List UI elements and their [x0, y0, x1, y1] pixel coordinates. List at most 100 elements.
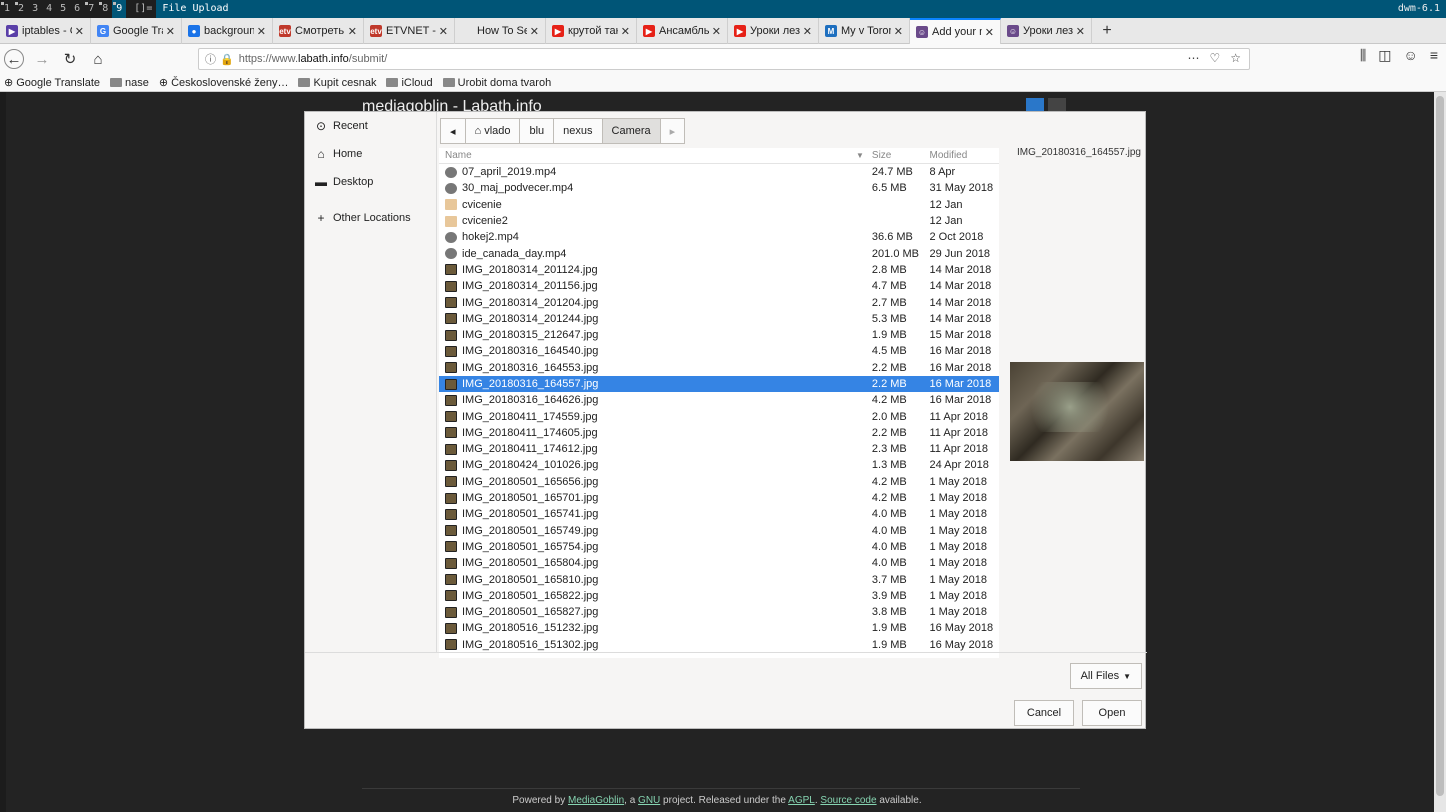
page-scrollbar[interactable]: [1434, 92, 1446, 812]
path-segment-button[interactable]: ⌂ vlado: [464, 118, 521, 144]
sidebar-icon[interactable]: ◫: [1378, 47, 1391, 64]
new-tab-button[interactable]: +: [1092, 18, 1122, 43]
menu-icon[interactable]: ≡: [1430, 47, 1438, 64]
gnu-link[interactable]: GNU: [638, 795, 660, 806]
file-row[interactable]: IMG_20180316_164553.jpg 2.2 MB 16 Mar 2018: [439, 360, 999, 376]
workspace-tag[interactable]: 2: [14, 0, 28, 18]
path-forward-button[interactable]: ▸: [659, 118, 686, 144]
workspace-tag[interactable]: 7: [84, 0, 98, 18]
file-row[interactable]: hokej2.mp4 36.6 MB 2 Oct 2018: [439, 229, 999, 245]
back-button[interactable]: ←: [0, 47, 28, 71]
path-back-button[interactable]: ◂: [440, 118, 466, 144]
tab-close-icon[interactable]: ✕: [894, 25, 903, 38]
file-row[interactable]: IMG_20180314_201156.jpg 4.7 MB 14 Mar 2018: [439, 278, 999, 294]
bookmark-star-icon[interactable]: ☆: [1230, 51, 1241, 65]
tab-close-icon[interactable]: ✕: [1076, 25, 1085, 38]
browser-tab[interactable]: ▶ Уроки лезгинки✕: [728, 18, 819, 44]
tab-close-icon[interactable]: ✕: [348, 25, 357, 38]
mediagoblin-link[interactable]: MediaGoblin: [568, 795, 624, 806]
file-row[interactable]: IMG_20180501_165749.jpg 4.0 MB 1 May 2018: [439, 523, 999, 539]
file-row[interactable]: cvicenie 12 Jan: [439, 197, 999, 213]
browser-tab[interactable]: ▶ крутой танец жо✕: [546, 18, 637, 44]
place-item[interactable]: ▬ Desktop: [305, 168, 436, 196]
browser-tab[interactable]: ▶ Ансамбль "Черк✕: [637, 18, 728, 44]
file-row[interactable]: IMG_20180316_164557.jpg 2.2 MB 16 Mar 2018: [439, 375, 999, 393]
workspace-tag[interactable]: 5: [56, 0, 70, 18]
column-size[interactable]: Size: [868, 150, 928, 161]
path-segment-button[interactable]: blu: [519, 118, 555, 144]
file-row[interactable]: IMG_20180411_174559.jpg 2.0 MB 11 Apr 2018: [439, 408, 999, 424]
file-row[interactable]: IMG_20180501_165822.jpg 3.9 MB 1 May 2018: [439, 588, 999, 604]
source-code-link[interactable]: Source code: [820, 795, 876, 806]
browser-tab[interactable]: How To Setup a Fire✕: [455, 18, 546, 44]
file-row[interactable]: IMG_20180501_165656.jpg 4.2 MB 1 May 2018: [439, 474, 999, 490]
account-icon[interactable]: ☺: [1404, 47, 1418, 64]
place-item[interactable]: + Other Locations: [305, 204, 436, 232]
layout-indicator[interactable]: []=: [130, 0, 156, 18]
bookmark-item[interactable]: iCloud: [386, 77, 433, 89]
workspace-tag[interactable]: 9: [112, 0, 127, 18]
cancel-button[interactable]: Cancel: [1014, 700, 1074, 726]
tab-close-icon[interactable]: ✕: [75, 25, 84, 38]
browser-tab[interactable]: ▶ iptables - Gentoo✕: [0, 18, 91, 44]
file-row[interactable]: IMG_20180314_201204.jpg 2.7 MB 14 Mar 2018: [439, 294, 999, 310]
column-modified[interactable]: Modified: [928, 150, 1000, 161]
bookmark-item[interactable]: ⊕ Google Translate: [4, 76, 100, 90]
column-name[interactable]: Name: [439, 150, 856, 161]
file-row[interactable]: IMG_20180501_165741.jpg 4.0 MB 1 May 2018: [439, 506, 999, 522]
browser-tab[interactable]: etv Смотреть "Шаманы"✕: [273, 18, 364, 44]
file-row[interactable]: IMG_20180501_165810.jpg 3.7 MB 1 May 2018: [439, 571, 999, 587]
bookmark-item[interactable]: Kupit cesnak: [298, 77, 376, 89]
home-button[interactable]: ⌂: [84, 47, 112, 71]
file-row[interactable]: IMG_20180411_174612.jpg 2.3 MB 11 Apr 2018: [439, 441, 999, 457]
path-segment-button[interactable]: nexus: [553, 118, 603, 144]
workspace-tag[interactable]: 6: [70, 0, 84, 18]
url-bar[interactable]: ⓘ 🔒 https://www. labath.info/submit/ ⋯ ♡ …: [198, 48, 1250, 70]
bookmark-item[interactable]: Urobit doma tvaroh: [442, 77, 551, 89]
file-row[interactable]: IMG_20180316_164626.jpg 4.2 MB 16 Mar 2018: [439, 392, 999, 408]
header-menu-icon[interactable]: [1048, 98, 1066, 112]
info-icon[interactable]: ⓘ: [205, 51, 216, 67]
tab-close-icon[interactable]: ✕: [621, 25, 630, 38]
agpl-link[interactable]: AGPL: [788, 795, 815, 806]
place-item[interactable]: ⌂ Home: [305, 140, 436, 168]
workspace-tag[interactable]: 4: [42, 0, 56, 18]
browser-tab[interactable]: G Google Translate✕: [91, 18, 182, 44]
file-row[interactable]: IMG_20180501_165827.jpg 3.8 MB 1 May 2018: [439, 604, 999, 620]
header-dropdown-icon[interactable]: [1026, 98, 1044, 112]
reload-button[interactable]: ↻: [56, 47, 84, 71]
file-row[interactable]: IMG_20180424_101026.jpg 1.3 MB 24 Apr 2018: [439, 457, 999, 473]
tab-close-icon[interactable]: ✕: [803, 25, 812, 38]
bookmark-item[interactable]: nase: [110, 77, 149, 89]
workspace-tag[interactable]: 8: [98, 0, 112, 18]
workspace-tag[interactable]: 3: [28, 0, 42, 18]
file-row[interactable]: IMG_20180501_165701.jpg 4.2 MB 1 May 2018: [439, 490, 999, 506]
browser-tab[interactable]: M My v Toronte | Н✕: [819, 18, 910, 44]
tab-close-icon[interactable]: ✕: [530, 25, 539, 38]
tab-close-icon[interactable]: ✕: [257, 25, 266, 38]
file-row[interactable]: IMG_20180516_151302.jpg 1.9 MB 16 May 2018: [439, 637, 999, 653]
library-icon[interactable]: ⫼: [1360, 47, 1366, 64]
tab-close-icon[interactable]: ✕: [166, 25, 175, 38]
file-filter-select[interactable]: All Files ▼: [1069, 663, 1142, 689]
file-row[interactable]: IMG_20180501_165754.jpg 4.0 MB 1 May 2018: [439, 539, 999, 555]
browser-tab[interactable]: etv ETVNET - Прямой✕: [364, 18, 455, 44]
forward-button[interactable]: →: [28, 47, 56, 71]
file-row[interactable]: 07_april_2019.mp4 24.7 MB 8 Apr: [439, 164, 999, 180]
file-row[interactable]: IMG_20180315_212647.jpg 1.9 MB 15 Mar 2018: [439, 327, 999, 343]
tab-close-icon[interactable]: ✕: [439, 25, 448, 38]
bookmark-item[interactable]: ⊕ Československé ženy…: [159, 76, 289, 90]
browser-tab[interactable]: ☺ Add your media✕: [910, 18, 1001, 44]
file-row[interactable]: IMG_20180411_174605.jpg 2.2 MB 11 Apr 2018: [439, 425, 999, 441]
place-item[interactable]: ⊙ Recent: [305, 112, 436, 140]
open-button[interactable]: Open: [1082, 700, 1142, 726]
page-actions-icon[interactable]: ⋯: [1187, 51, 1199, 65]
tab-close-icon[interactable]: ✕: [712, 25, 721, 38]
workspace-tag[interactable]: 1: [0, 0, 14, 18]
browser-tab[interactable]: ☺ Уроки лезгинки✕: [1001, 18, 1092, 44]
tab-close-icon[interactable]: ✕: [985, 26, 994, 39]
file-row[interactable]: IMG_20180314_201244.jpg 5.3 MB 14 Mar 2018: [439, 311, 999, 327]
scrollbar-thumb[interactable]: [1436, 96, 1444, 796]
file-row[interactable]: IMG_20180516_151232.jpg 1.9 MB 16 May 2018: [439, 620, 999, 636]
file-row[interactable]: IMG_20180316_164540.jpg 4.5 MB 16 Mar 2018: [439, 343, 999, 359]
